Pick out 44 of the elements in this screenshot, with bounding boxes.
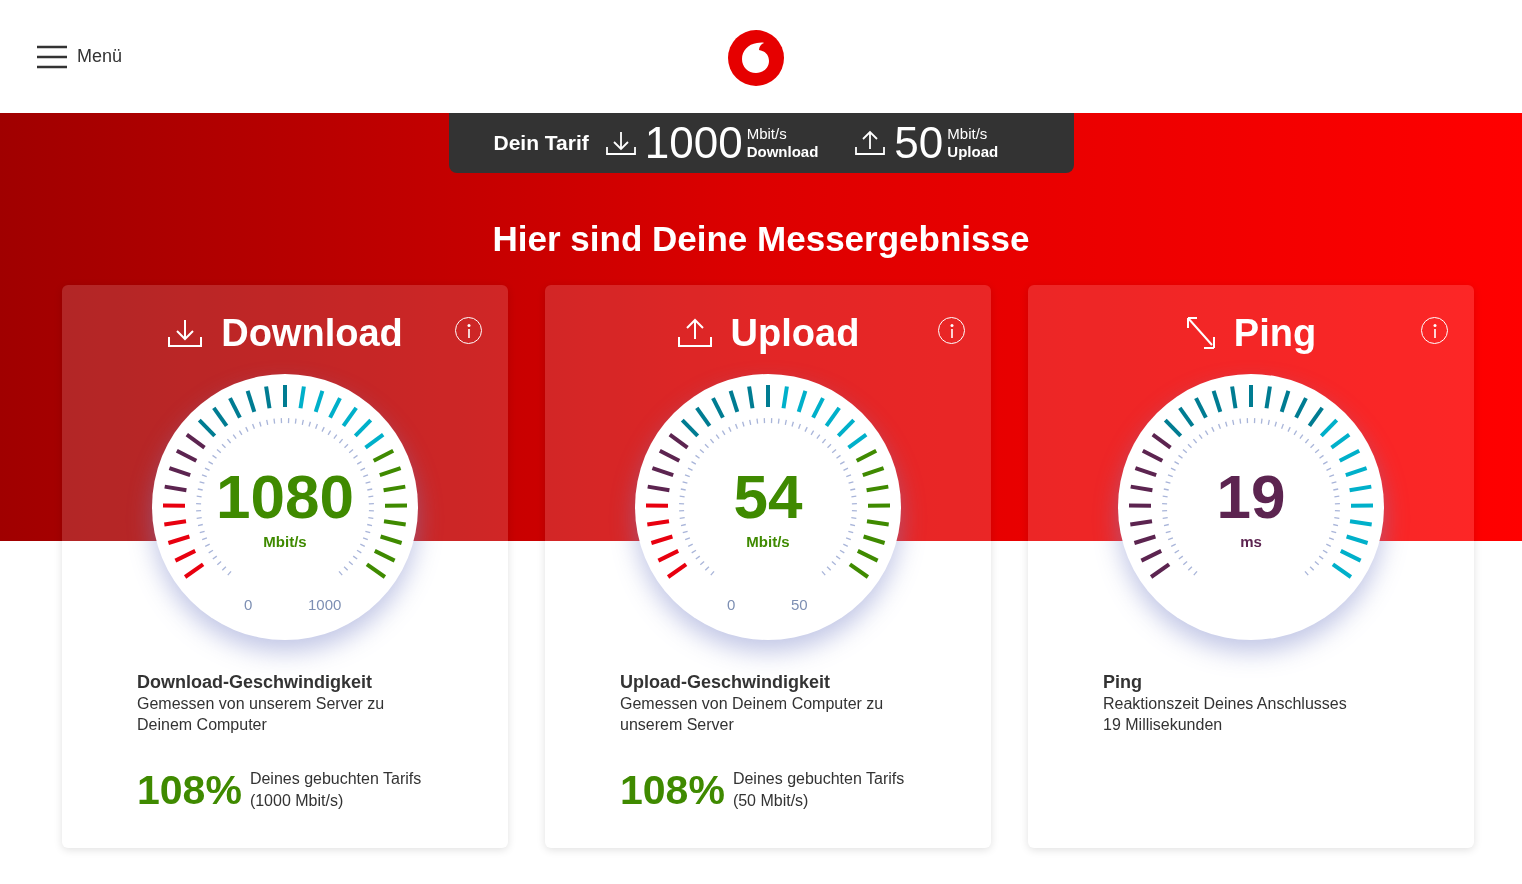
percent-value: 108% xyxy=(137,769,242,811)
gauge-unit: ms xyxy=(1239,532,1263,552)
result-heading: Upload-Geschwindigkeit xyxy=(620,671,832,693)
tariff-download-label: Download xyxy=(746,143,819,161)
tariff-upload-unit: Mbit/s xyxy=(947,125,989,143)
headline: Hier sind Deine Messergebnisse xyxy=(492,218,1030,260)
tariff-upload-label: Upload xyxy=(947,143,999,161)
scale-min-label: 0 xyxy=(244,595,253,615)
tariff-label: Dein Tarif xyxy=(493,130,589,157)
tariff-value: (50 Mbit/s) xyxy=(732,791,810,811)
tariff-download-value: 1000 xyxy=(644,121,743,165)
gauge-value: 1080 xyxy=(215,466,355,528)
gauge-unit: Mbit/s xyxy=(262,532,308,552)
scale-min-label: 0 xyxy=(727,595,736,615)
info-icon xyxy=(465,323,472,338)
info-icon xyxy=(1431,323,1438,338)
tariff-upload-value: 50 xyxy=(894,121,944,165)
arrows-icon xyxy=(1185,316,1216,350)
logo-icon[interactable] xyxy=(728,30,784,86)
info-icon xyxy=(948,323,955,338)
result-description: Gemessen von unserem Server zu Deinem Computer xyxy=(137,694,386,735)
menu-icon xyxy=(37,44,67,69)
tariff-value: (1000 Mbit/s) xyxy=(249,791,345,811)
download-icon xyxy=(604,129,637,157)
tariff-download-unit: Mbit/s xyxy=(746,125,788,143)
gauge-unit: Mbit/s xyxy=(745,532,791,552)
upload-icon xyxy=(676,317,713,349)
menu-button[interactable]: Menü xyxy=(37,43,123,70)
scale-max-label: 50 xyxy=(791,595,808,615)
gauge-value: 19 xyxy=(1215,466,1287,528)
result-heading: Download-Geschwindigkeit xyxy=(137,671,374,693)
card-title: Download xyxy=(221,310,403,356)
upload-icon xyxy=(854,129,887,157)
tariff-note: Deines gebuchten Tarifs xyxy=(249,769,422,789)
download-icon xyxy=(167,317,204,349)
result-description: Gemessen von Deinem Computer zu unserem Server xyxy=(620,694,885,735)
gauge-value: 54 xyxy=(732,466,804,528)
tariff-note: Deines gebuchten Tarifs xyxy=(732,769,905,789)
scale-max-label: 1000 xyxy=(308,595,342,615)
card-title: Upload xyxy=(730,310,860,356)
result-heading: Ping xyxy=(1103,671,1143,693)
result-description: Reaktionszeit Deines Anschlusses 19 Millisekunden xyxy=(1103,694,1348,735)
card-title: Ping xyxy=(1233,310,1317,356)
percent-value: 108% xyxy=(620,769,725,811)
